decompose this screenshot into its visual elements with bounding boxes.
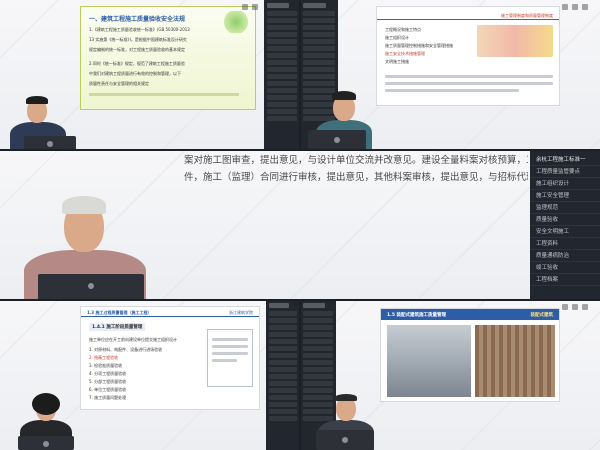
slide-bullet: 文明施工措施 — [385, 59, 409, 64]
slide-bullet: 施工安全技术措施管理 — [385, 51, 425, 56]
speaker-hair — [335, 394, 357, 401]
leaf-decoration — [223, 11, 249, 33]
video-panel-bottom-right[interactable]: 1.5 装配式建筑施工质量管理 装配式建筑 — [300, 300, 600, 450]
video-panel-top-right[interactable]: 施工管理制度和质量管理制度 工程概况和施工特点 施工组织设计 施工质量管理控制措… — [300, 0, 600, 150]
video-panel-bottom-left[interactable]: 1.3 施工过程质量管理（施工工程） 浙江建筑学院 1.4.1 施工阶段质量管理… — [0, 300, 300, 450]
panel-controls[interactable] — [562, 304, 588, 310]
caption-text: 案对施工图审查，提出意见，与设计单位交流并改意见。建设全量料案对核预算，工程量清… — [184, 152, 528, 186]
list-item[interactable]: 安全文明施工 — [530, 226, 600, 238]
list-item[interactable]: 质量验收 — [530, 214, 600, 226]
laptop-icon — [308, 130, 366, 150]
slide-line: 质量性责任与安全管理的相关规定 — [89, 81, 149, 86]
pin-icon[interactable] — [562, 304, 568, 310]
slide-bullet: 工程概况和施工特点 — [385, 27, 421, 32]
slide-line: 6. 单位工程质量验收 — [89, 387, 127, 392]
speaker-hair — [62, 196, 106, 214]
grid-divider-vertical — [299, 300, 301, 450]
slide-bullet: 施工质量管理控制措施和安全管理措施 — [385, 43, 453, 48]
slide-line: 4. 分项工程质量验收 — [89, 371, 127, 376]
slide-line: 中我们对建筑工程质量进行有效的控制和管理，以下 — [89, 71, 181, 76]
slide-line: 1. 对原材料、构配件、设备进行进场验收 — [89, 347, 163, 352]
slide-title: 1.5 装配式建筑施工质量管理 — [387, 313, 447, 318]
panel-controls[interactable] — [242, 4, 258, 10]
list-item[interactable]: 施工组织设计 — [530, 178, 600, 190]
slide-preview: 施工管理制度和质量管理制度 工程概况和施工特点 施工组织设计 施工质量管理控制措… — [376, 6, 560, 106]
slide-line: 2.同时《统一标准》规定，规范了建筑工程施工质量验 — [89, 61, 185, 66]
slide-line: 13 实施第《统一标准》)，是根据中国建筑标准设计研究 — [89, 37, 187, 42]
roster-sidebar[interactable] — [266, 300, 300, 450]
slide-line: 施工单位应在开工前向建设单位提交施工组织设计 — [89, 337, 177, 342]
construction-photo — [387, 325, 471, 397]
slide-tag: 装配式建筑 — [530, 313, 554, 318]
grid-divider-horizontal — [0, 149, 600, 151]
list-item[interactable]: 余杭工程施工标准一 — [530, 154, 600, 166]
pin-icon[interactable] — [562, 4, 568, 10]
list-item[interactable]: 竣工验收 — [530, 262, 600, 274]
speaker-hair — [332, 91, 356, 100]
laptop-icon — [24, 136, 76, 150]
slide-preview: 1.3 施工过程质量管理（施工工程） 浙江建筑学院 1.4.1 施工阶段质量管理… — [80, 306, 260, 410]
slide-line: 规定编制的统一标准，对工程施工质量验收的基本规定 — [89, 47, 185, 52]
slide-preview: 1.5 装配式建筑施工质量管理 装配式建筑 — [380, 308, 560, 402]
list-item[interactable]: 质量通病防治 — [530, 250, 600, 262]
maximize-icon[interactable] — [572, 304, 578, 310]
video-panel-top-left[interactable]: 一、建筑工程施工质量验收安全法规 1.《建筑工程施工质量验收统一标准》(GB 5… — [0, 0, 300, 150]
document-thumbnail — [207, 329, 253, 387]
close-icon[interactable] — [582, 4, 588, 10]
slide-title: 一、建筑工程施工质量验收安全法规 — [89, 16, 186, 23]
header-rule — [377, 19, 559, 20]
roster-sidebar[interactable] — [264, 0, 300, 150]
chat-sidebar[interactable]: 余杭工程施工标准一 工程质量监管要点 施工组织设计 施工安全管理 监理规范 质量… — [530, 150, 600, 300]
rebar-photo — [475, 325, 555, 397]
caption-line: 件，施工（监理）合同进行审核，提出意见，其他料案审核，提出意见，与招标代理机构交… — [184, 172, 528, 183]
illustration — [477, 25, 553, 57]
slide-bullet: 施工组织设计 — [385, 35, 409, 40]
slide-section: 1.3 施工过程质量管理（施工工程） — [87, 310, 152, 315]
pin-icon[interactable] — [242, 4, 248, 10]
list-item[interactable]: 监理规范 — [530, 202, 600, 214]
slide-line: 3. 检验批质量验收 — [89, 363, 123, 368]
slide-preview: 一、建筑工程施工质量验收安全法规 1.《建筑工程施工质量验收统一标准》(GB 5… — [80, 6, 256, 110]
speaker-hair — [26, 96, 48, 104]
list-item[interactable]: 工程资料 — [530, 238, 600, 250]
list-item[interactable]: 工程质量监管要点 — [530, 166, 600, 178]
laptop-icon — [38, 274, 144, 300]
slide-subtitle: 1.4.1 施工阶段质量管理 — [89, 323, 146, 331]
slide-rule — [89, 93, 239, 96]
slide-line: 1.《建筑工程施工质量验收统一标准》(GB 50300-2013 — [89, 27, 190, 32]
grid-divider-vertical — [299, 0, 301, 150]
video-panel-middle[interactable]: 案对施工图审查，提出意见，与设计单位交流并改意见。建设全量料案对核预算，工程量清… — [0, 150, 530, 300]
slide-logo: 浙江建筑学院 — [229, 310, 253, 315]
maximize-icon[interactable] — [572, 4, 578, 10]
grid-divider-horizontal — [0, 299, 600, 301]
speaker-hair — [32, 393, 60, 415]
close-icon[interactable] — [582, 304, 588, 310]
maximize-icon[interactable] — [252, 4, 258, 10]
slide-line: 2. 隐蔽工程验收 — [89, 355, 119, 360]
caption-line: 案对施工图审查，提出意见，与设计单位交流并改意见。建设全量料案对核预算，工程量清… — [184, 155, 528, 166]
slide-line: 7. 施工质量问题处理 — [89, 395, 127, 400]
list-item[interactable]: 工程档案 — [530, 274, 600, 286]
list-item[interactable]: 施工安全管理 — [530, 190, 600, 202]
panel-controls[interactable] — [562, 4, 588, 10]
slide-line: 5. 分部工程质量验收 — [89, 379, 127, 384]
chat-list[interactable]: 余杭工程施工标准一 工程质量监管要点 施工组织设计 施工安全管理 监理规范 质量… — [530, 154, 600, 286]
laptop-icon — [18, 436, 74, 450]
laptop-icon — [316, 430, 374, 450]
